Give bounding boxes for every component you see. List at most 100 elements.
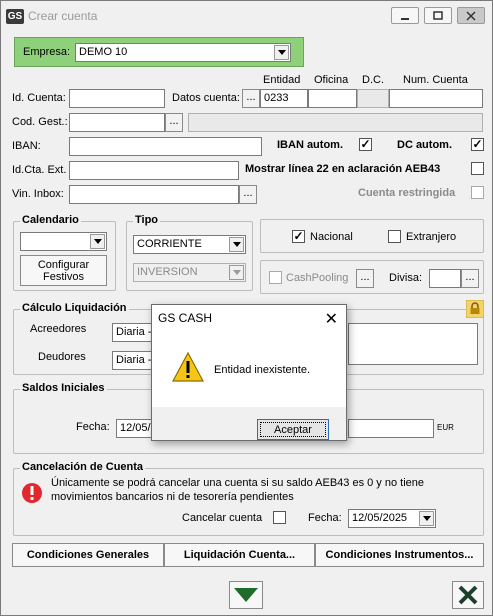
crear-cuenta-window: GS Crear cuenta Empresa: DEMO 10 Entidad… [0, 0, 493, 616]
subtipo-value: INVERSION [137, 266, 198, 278]
calendario-select[interactable] [20, 232, 107, 251]
minimize-icon [401, 17, 409, 20]
saldo-amount-input[interactable] [348, 419, 434, 438]
num-cuenta-header: Num. Cuenta [403, 74, 468, 86]
iban-autom-checkbox[interactable]: ✓ [359, 138, 372, 151]
dc-header: D.C. [362, 74, 384, 86]
close-x-icon [458, 585, 478, 605]
dc-autom-label: DC autom. [397, 139, 452, 151]
cancelacion-fecha-label: Fecha: [308, 512, 342, 524]
chevron-down-icon [229, 265, 244, 280]
divisa-label: Divisa: [389, 272, 423, 284]
configurar-festivos-button[interactable]: Configurar Festivos [20, 255, 107, 286]
idcta-ext-input[interactable] [69, 161, 239, 180]
empresa-select[interactable]: DEMO 10 [75, 43, 291, 62]
mostrar-linea-label: Mostrar línea 22 en aclaración AEB43 [245, 163, 441, 175]
dialog-message: Entidad inexistente. [214, 364, 311, 376]
calendario-title: Calendario [20, 214, 81, 226]
dialog-title: GS CASH [158, 311, 213, 325]
gs-cash-dialog: GS CASH ✕ Entidad inexistente. Aceptar [151, 304, 347, 441]
dialog-close-button[interactable]: ✕ [325, 309, 338, 329]
subtipo-select: INVERSION [133, 263, 246, 282]
divisa-browse-button[interactable]: ... [461, 269, 479, 288]
datos-cuenta-label: Datos cuenta: [172, 92, 240, 104]
condiciones-generales-button[interactable]: Condiciones Generales [12, 543, 164, 567]
window-title: Crear cuenta [28, 9, 98, 23]
cuenta-restringida-checkbox [471, 186, 484, 199]
maximize-icon [433, 10, 443, 20]
cod-gest-label: Cod. Gest.: [12, 116, 68, 128]
idcta-ext-label: Id.Cta. Ext. [12, 164, 67, 176]
vin-inbox-input[interactable] [69, 185, 239, 204]
dc-input [357, 89, 389, 108]
acreedores-label: Acreedores [30, 323, 87, 335]
close-icon [466, 10, 476, 21]
nacionalidad-group: ✓ Nacional Extranjero [260, 219, 484, 253]
cancelacion-group: Cancelación de Cuenta Únicamente se podr… [13, 461, 484, 536]
arrow-down-icon [234, 588, 258, 602]
divisa-input[interactable] [429, 269, 461, 288]
chevron-down-icon [419, 511, 434, 526]
deudores-label: Deudores [38, 351, 86, 363]
close-form-button[interactable] [452, 581, 484, 609]
iban-label: IBAN: [12, 140, 41, 152]
cancelacion-fecha-select[interactable]: 12/05/2025 [348, 509, 436, 528]
title-bar: GS Crear cuenta [1, 1, 492, 32]
vin-inbox-browse-button[interactable]: ... [239, 185, 257, 204]
extranjero-checkbox[interactable] [388, 230, 401, 243]
tipo-select[interactable]: CORRIENTE [133, 235, 246, 254]
calculo-title: Cálculo Liquidación [20, 302, 129, 314]
iban-autom-label: IBAN autom. [277, 139, 343, 151]
nacional-label: Nacional [310, 231, 353, 243]
cashpooling-group: CashPooling ... Divisa: ... [260, 260, 484, 294]
currency-label: EUR [437, 423, 454, 432]
liquidacion-detail-box [348, 323, 478, 365]
vin-inbox-label: Vin. Inbox: [12, 188, 64, 200]
saldos-fecha-input[interactable]: 12/05/ [116, 419, 152, 438]
aceptar-button[interactable]: Aceptar [257, 419, 329, 440]
liquidacion-cuenta-button[interactable]: Liquidación Cuenta... [164, 543, 315, 567]
cod-gest-description [188, 113, 483, 132]
cuenta-restringida-label: Cuenta restringida [358, 187, 456, 199]
oficina-input[interactable] [308, 89, 357, 108]
cod-gest-browse-button[interactable]: ... [165, 113, 183, 132]
id-cuenta-input[interactable] [69, 89, 165, 108]
empresa-panel: Empresa: DEMO 10 [14, 37, 304, 67]
mostrar-linea-checkbox[interactable] [471, 162, 484, 175]
entidad-input[interactable]: 0233 [260, 89, 308, 108]
chevron-down-icon [229, 237, 244, 252]
dc-autom-checkbox[interactable]: ✓ [471, 138, 484, 151]
empresa-label: Empresa: [23, 46, 71, 58]
cod-gest-input[interactable] [69, 113, 165, 132]
warning-triangle-icon [172, 352, 204, 382]
chevron-down-icon [90, 234, 105, 249]
tipo-group: Tipo CORRIENTE INVERSION [126, 214, 253, 291]
cancelacion-message-line2: movimientos bancarios ni de tesorería pe… [51, 491, 294, 503]
cashpooling-label: CashPooling [286, 272, 349, 284]
num-cuenta-input[interactable] [389, 89, 483, 108]
cancelar-cuenta-checkbox[interactable] [273, 511, 286, 524]
oficina-header: Oficina [314, 74, 349, 86]
minimize-button[interactable] [391, 7, 419, 24]
cashpooling-browse-button[interactable]: ... [356, 269, 374, 288]
iban-input[interactable] [69, 137, 262, 156]
cashpooling-checkbox [269, 271, 282, 284]
cancelar-cuenta-label: Cancelar cuenta [182, 512, 263, 524]
tipo-value: CORRIENTE [137, 238, 202, 250]
tipo-title: Tipo [133, 214, 161, 226]
cancelacion-fecha-value: 12/05/2025 [352, 512, 408, 524]
accept-button[interactable] [229, 581, 263, 609]
entidad-header: Entidad [263, 74, 301, 86]
maximize-button[interactable] [424, 7, 452, 24]
nacional-checkbox[interactable]: ✓ [292, 230, 305, 243]
saldos-title: Saldos Iniciales [20, 382, 107, 394]
saldos-fecha-label: Fecha: [76, 421, 110, 433]
chevron-down-icon [274, 45, 289, 60]
extranjero-label: Extranjero [406, 231, 457, 243]
close-button[interactable] [457, 7, 485, 24]
empresa-value: DEMO 10 [79, 46, 128, 58]
condiciones-instrumentos-button[interactable]: Condiciones Instrumentos... [315, 543, 484, 567]
datos-cuenta-browse-button[interactable]: ... [242, 89, 260, 108]
app-icon: GS [6, 9, 24, 24]
cancelacion-title: Cancelación de Cuenta [20, 461, 146, 473]
